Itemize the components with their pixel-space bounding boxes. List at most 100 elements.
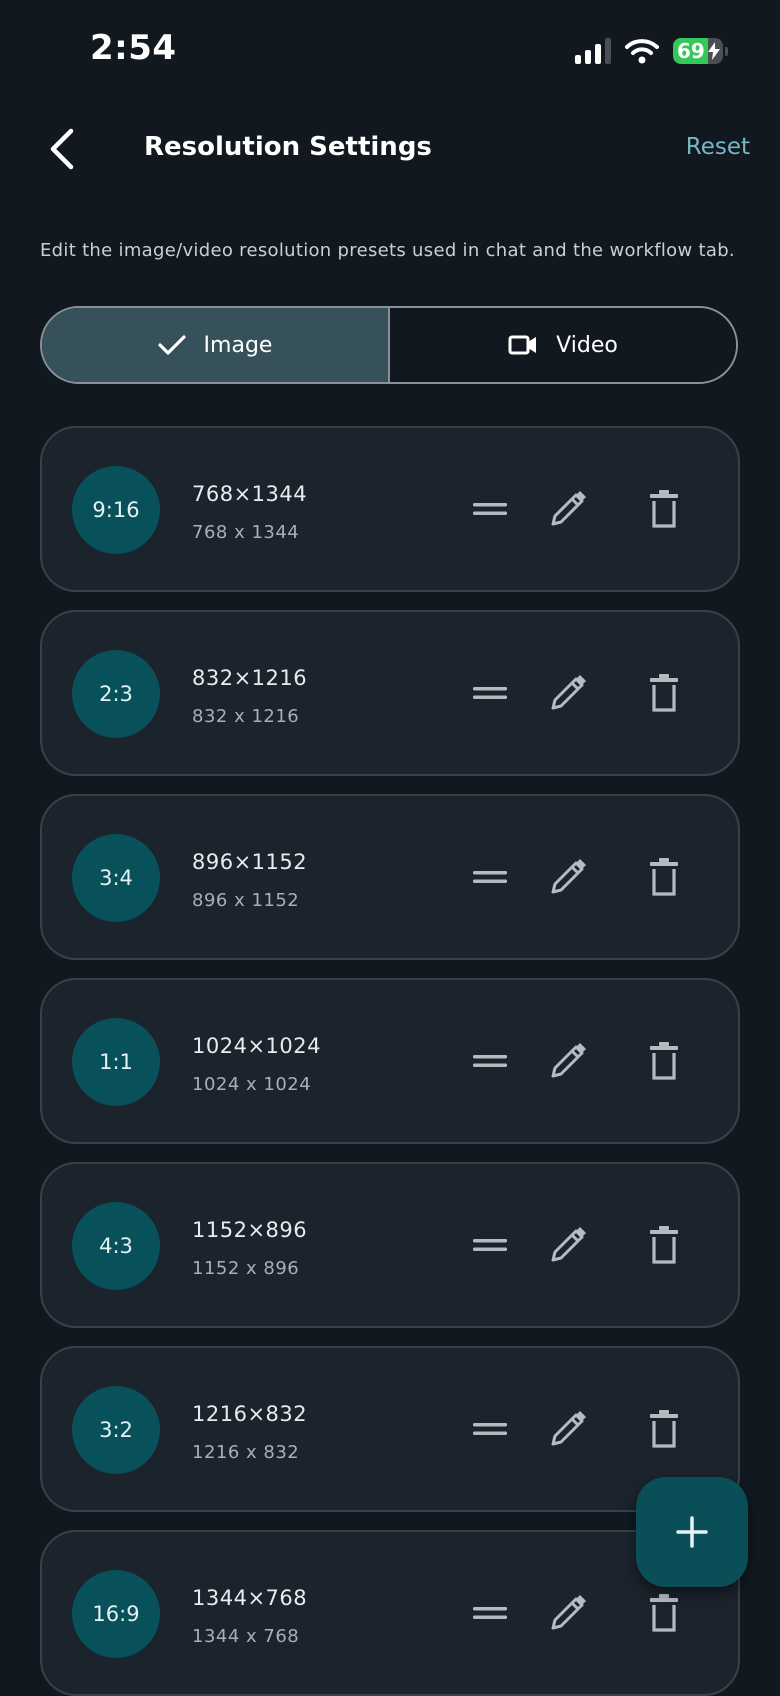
trash-icon bbox=[650, 674, 678, 712]
tab-video[interactable]: Video bbox=[390, 308, 736, 382]
drag-handle-icon bbox=[473, 1055, 507, 1067]
trash-icon bbox=[650, 1594, 678, 1632]
preset-size: 1344 x 768 bbox=[192, 1626, 300, 1647]
preset-card[interactable]: 3:2 1216×832 1216 x 832 bbox=[40, 1346, 740, 1512]
drag-handle-icon bbox=[473, 1607, 507, 1619]
chevron-left-icon bbox=[50, 128, 74, 170]
trash-icon bbox=[650, 490, 678, 528]
drag-handle-button[interactable] bbox=[462, 481, 518, 537]
battery-icon: 69 bbox=[673, 38, 728, 64]
aspect-ratio-badge: 9:16 bbox=[72, 466, 160, 554]
pencil-icon bbox=[551, 859, 586, 894]
charging-bolt-icon bbox=[708, 42, 720, 60]
delete-button[interactable] bbox=[636, 849, 692, 905]
preset-name: 1152×896 bbox=[192, 1218, 308, 1242]
preset-card[interactable]: 9:16 768×1344 768 x 1344 bbox=[40, 426, 740, 592]
pencil-icon bbox=[551, 675, 586, 710]
drag-handle-icon bbox=[473, 871, 507, 883]
page-title: Resolution Settings bbox=[144, 132, 432, 162]
delete-button[interactable] bbox=[636, 481, 692, 537]
preset-card[interactable]: 2:3 832×1216 832 x 1216 bbox=[40, 610, 740, 776]
tab-video-label: Video bbox=[556, 332, 618, 358]
add-preset-button[interactable] bbox=[636, 1477, 748, 1587]
media-type-toggle: Image Video bbox=[40, 306, 738, 384]
pencil-icon bbox=[551, 1227, 586, 1262]
plus-icon bbox=[676, 1516, 708, 1548]
delete-button[interactable] bbox=[636, 665, 692, 721]
preset-size: 1216 x 832 bbox=[192, 1442, 300, 1463]
aspect-ratio-badge: 3:2 bbox=[72, 1386, 160, 1474]
aspect-ratio-label: 3:2 bbox=[99, 1418, 133, 1442]
preset-name: 832×1216 bbox=[192, 666, 308, 690]
tab-image-label: Image bbox=[203, 332, 273, 358]
preset-size: 1024 x 1024 bbox=[192, 1074, 312, 1095]
preset-size: 768 x 1344 bbox=[192, 522, 300, 543]
preset-name: 896×1152 bbox=[192, 850, 308, 874]
edit-button[interactable] bbox=[540, 1401, 596, 1457]
edit-button[interactable] bbox=[540, 665, 596, 721]
delete-button[interactable] bbox=[636, 1033, 692, 1089]
delete-button[interactable] bbox=[636, 1585, 692, 1641]
edit-button[interactable] bbox=[540, 1585, 596, 1641]
pencil-icon bbox=[551, 1043, 586, 1078]
preset-size: 832 x 1216 bbox=[192, 706, 300, 727]
preset-card[interactable]: 3:4 896×1152 896 x 1152 bbox=[40, 794, 740, 960]
drag-handle-icon bbox=[473, 1239, 507, 1251]
preset-name: 1024×1024 bbox=[192, 1034, 321, 1058]
delete-button[interactable] bbox=[636, 1401, 692, 1457]
edit-button[interactable] bbox=[540, 1217, 596, 1273]
page-description: Edit the image/video resolution presets … bbox=[40, 240, 735, 261]
preset-name: 768×1344 bbox=[192, 482, 308, 506]
aspect-ratio-label: 16:9 bbox=[92, 1602, 140, 1626]
drag-handle-button[interactable] bbox=[462, 665, 518, 721]
aspect-ratio-badge: 3:4 bbox=[72, 834, 160, 922]
edit-button[interactable] bbox=[540, 481, 596, 537]
drag-handle-icon bbox=[473, 687, 507, 699]
aspect-ratio-label: 2:3 bbox=[99, 682, 133, 706]
drag-handle-button[interactable] bbox=[462, 1217, 518, 1273]
status-bar: 2:54 69 bbox=[0, 0, 780, 100]
wifi-icon bbox=[625, 39, 659, 64]
drag-handle-icon bbox=[473, 1423, 507, 1435]
video-camera-icon bbox=[508, 335, 537, 355]
aspect-ratio-badge: 1:1 bbox=[72, 1018, 160, 1106]
check-icon bbox=[157, 335, 186, 355]
preset-size: 896 x 1152 bbox=[192, 890, 300, 911]
preset-name: 1216×832 bbox=[192, 1402, 308, 1426]
drag-handle-button[interactable] bbox=[462, 1033, 518, 1089]
preset-name: 1344×768 bbox=[192, 1586, 308, 1610]
aspect-ratio-label: 9:16 bbox=[92, 498, 140, 522]
preset-card[interactable]: 4:3 1152×896 1152 x 896 bbox=[40, 1162, 740, 1328]
delete-button[interactable] bbox=[636, 1217, 692, 1273]
status-time: 2:54 bbox=[90, 28, 177, 68]
aspect-ratio-badge: 2:3 bbox=[72, 650, 160, 738]
edit-button[interactable] bbox=[540, 1033, 596, 1089]
cellular-signal-icon bbox=[575, 38, 611, 64]
aspect-ratio-badge: 4:3 bbox=[72, 1202, 160, 1290]
preset-card[interactable]: 1:1 1024×1024 1024 x 1024 bbox=[40, 978, 740, 1144]
status-icons: 69 bbox=[575, 38, 728, 64]
aspect-ratio-label: 3:4 bbox=[99, 866, 133, 890]
drag-handle-button[interactable] bbox=[462, 1585, 518, 1641]
pencil-icon bbox=[551, 491, 586, 526]
navigation-header: Resolution Settings Reset bbox=[0, 110, 780, 190]
battery-percent: 69 bbox=[677, 39, 705, 63]
drag-handle-icon bbox=[473, 503, 507, 515]
tab-image[interactable]: Image bbox=[42, 308, 390, 382]
trash-icon bbox=[650, 858, 678, 896]
drag-handle-button[interactable] bbox=[462, 849, 518, 905]
drag-handle-button[interactable] bbox=[462, 1401, 518, 1457]
edit-button[interactable] bbox=[540, 849, 596, 905]
reset-button[interactable]: Reset bbox=[686, 134, 750, 160]
aspect-ratio-badge: 16:9 bbox=[72, 1570, 160, 1658]
preset-card[interactable]: 16:9 1344×768 1344 x 768 bbox=[40, 1530, 740, 1696]
aspect-ratio-label: 1:1 bbox=[99, 1050, 133, 1074]
pencil-icon bbox=[551, 1595, 586, 1630]
back-button[interactable] bbox=[36, 124, 86, 174]
trash-icon bbox=[650, 1226, 678, 1264]
pencil-icon bbox=[551, 1411, 586, 1446]
preset-size: 1152 x 896 bbox=[192, 1258, 300, 1279]
aspect-ratio-label: 4:3 bbox=[99, 1234, 133, 1258]
trash-icon bbox=[650, 1410, 678, 1448]
trash-icon bbox=[650, 1042, 678, 1080]
